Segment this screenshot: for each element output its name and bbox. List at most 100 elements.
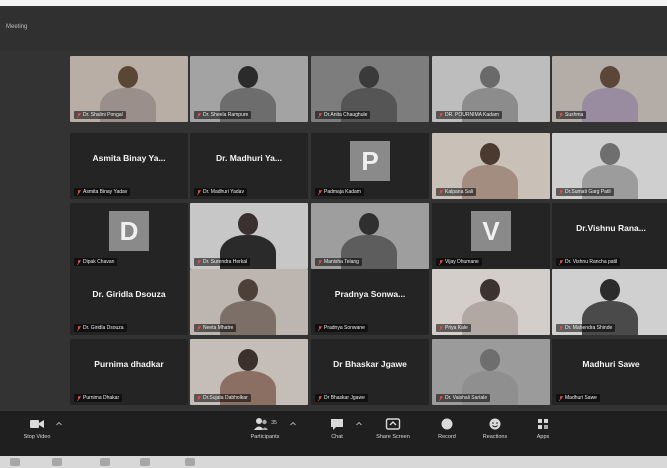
participant-name-label: Sushma xyxy=(556,111,587,119)
stop-video-label: Stop Video xyxy=(23,434,51,440)
chevron-up-icon xyxy=(356,421,362,426)
participant-tile[interactable]: P Padmaja Kadam xyxy=(311,133,429,199)
mic-muted-icon xyxy=(77,189,81,195)
participant-head xyxy=(600,66,620,88)
share-screen-button[interactable]: Share Screen xyxy=(368,415,418,451)
participant-display-name: Madhuri Sawe xyxy=(582,359,640,369)
participant-name: Madhuri Sawe xyxy=(565,395,597,401)
mic-muted-icon xyxy=(318,325,322,331)
taskbar-icon[interactable] xyxy=(10,458,20,466)
participant-tile[interactable]: Madhuri Sawe Madhuri Sawe xyxy=(552,339,667,405)
chat-bubble-icon xyxy=(331,419,343,430)
participant-tile[interactable]: Dr. Sheela Rampure xyxy=(190,56,308,122)
mic-muted-icon xyxy=(439,259,443,265)
participant-name: Padmaja Kadam xyxy=(324,189,361,195)
apps-icon xyxy=(538,419,548,429)
participant-tile[interactable]: Dr. Giridla Dsouza Dr. Giridla Dsouza xyxy=(70,269,188,335)
avatar-initial: V xyxy=(471,211,511,251)
participant-head xyxy=(480,66,500,88)
participants-button[interactable]: 35 Participants xyxy=(240,415,290,451)
participant-tile[interactable]: Dr. Surendra Herkal xyxy=(190,203,308,269)
participant-tile[interactable]: Kalpana Sali xyxy=(432,133,550,199)
mic-muted-icon xyxy=(559,325,563,331)
video-camera-icon xyxy=(30,420,44,428)
participant-tile[interactable]: Sushma xyxy=(552,56,667,122)
chat-options-caret[interactable] xyxy=(352,415,366,451)
record-icon xyxy=(441,418,453,430)
video-options-caret[interactable] xyxy=(52,415,66,451)
mic-muted-icon xyxy=(197,395,201,401)
apps-label: Apps xyxy=(536,434,550,440)
participant-name: Dr. Surendra Herkal xyxy=(203,259,248,265)
participant-name-label: Dr. Mahendra Shinde xyxy=(556,324,616,332)
participant-count: 35 xyxy=(271,420,277,426)
participant-display-name: Purnima dhadkar xyxy=(94,359,164,369)
taskbar-icon[interactable] xyxy=(52,458,62,466)
smiley-icon xyxy=(489,418,501,430)
avatar-initial: P xyxy=(350,141,390,181)
os-taskbar xyxy=(0,456,667,468)
participant-name: Dr. Shalini Pongal xyxy=(83,112,123,118)
participant-name-label: Dr. Vaishali Sartale xyxy=(436,394,491,402)
participant-tile[interactable]: Manisha Telang xyxy=(311,203,429,269)
participant-head xyxy=(480,143,500,165)
participant-head xyxy=(600,279,620,301)
taskbar-icon[interactable] xyxy=(185,458,195,466)
participant-name-label: Pradnya Sonwane xyxy=(315,324,368,332)
reactions-button[interactable]: Reactions xyxy=(470,415,520,451)
participants-options-caret[interactable] xyxy=(286,415,300,451)
participant-name-label: Vijay Dhumane xyxy=(436,258,482,266)
meeting-window: Meeting Dr. Shalini Pongal Dr. Sheela Ram… xyxy=(0,6,667,456)
mic-muted-icon xyxy=(439,189,443,195)
participant-tile[interactable]: D Dipak Chavan xyxy=(70,203,188,269)
mic-muted-icon xyxy=(559,112,563,118)
participant-tile[interactable]: Neeta Mhatre xyxy=(190,269,308,335)
participant-name-label: Dr.Sujata Dabholkar xyxy=(194,394,251,402)
participant-name: Dr Bhaskar Jgawe xyxy=(324,395,365,401)
taskbar-icon[interactable] xyxy=(140,458,150,466)
participant-name-label: Kalpana Sali xyxy=(436,188,477,196)
participant-tile[interactable]: Purnima dhadkar Purnima Dhakar xyxy=(70,339,188,405)
participant-tile[interactable]: Priya Kale xyxy=(432,269,550,335)
apps-button[interactable]: Apps xyxy=(518,415,568,451)
participant-head xyxy=(480,349,500,371)
share-screen-icon xyxy=(385,418,401,430)
participant-tile[interactable]: Dr. Shalini Pongal xyxy=(70,56,188,122)
participant-tile[interactable]: Asmita Binay Ya... Asmita Binay Yadav xyxy=(70,133,188,199)
participant-name-label: Dr. Giridla Dsouza xyxy=(74,324,127,332)
participant-tile[interactable]: DR. POURNIMA Kadam xyxy=(432,56,550,122)
participant-name: Dr. Mahendra Shinde xyxy=(565,325,613,331)
participant-tile[interactable]: Dr. Mahendra Shinde xyxy=(552,269,667,335)
mic-muted-icon xyxy=(318,395,322,401)
participant-tile[interactable]: Dr.Sujata Dabholkar xyxy=(190,339,308,405)
participant-tile[interactable]: Dr.Vishnu Rana... Dr. Vishnu Rancha patil xyxy=(552,203,667,269)
mic-muted-icon xyxy=(197,112,201,118)
taskbar-icon[interactable] xyxy=(100,458,110,466)
participant-name-label: Padmaja Kadam xyxy=(315,188,364,196)
mic-muted-icon xyxy=(318,259,322,265)
participant-tile[interactable]: Dr Bhaskar Jgawe Dr Bhaskar Jgawe xyxy=(311,339,429,405)
participant-tile[interactable]: Dr. Madhuri Ya... Dr. Madhuri Yadav xyxy=(190,133,308,199)
participant-tile[interactable]: Dr. Vaishali Sartale xyxy=(432,339,550,405)
participant-name: Dipak Chavan xyxy=(83,259,115,265)
participant-name: Dr. Madhuri Yadav xyxy=(203,189,244,195)
participant-tile[interactable]: V Vijay Dhumane xyxy=(432,203,550,269)
share-screen-label: Share Screen xyxy=(376,434,410,440)
mic-muted-icon xyxy=(559,189,563,195)
participant-head xyxy=(238,279,258,301)
participant-head xyxy=(118,66,138,88)
participants-label: Participants xyxy=(250,434,280,440)
participant-tile[interactable]: Dr.Anita Chaughule xyxy=(311,56,429,122)
participant-name-label: Manisha Telang xyxy=(315,258,362,266)
participant-name: Sushma xyxy=(565,112,584,118)
participant-name: Pradnya Sonwane xyxy=(324,325,365,331)
meeting-toolbar: Stop Video 35 Participants Chat Share Sc… xyxy=(0,411,667,456)
participant-tile[interactable]: Dr.Sumati Garg Patil xyxy=(552,133,667,199)
participant-display-name: Dr. Giridla Dsouza xyxy=(92,289,166,299)
record-button[interactable]: Record xyxy=(422,415,472,451)
participant-name-label: Neeta Mhatre xyxy=(194,324,237,332)
participant-tile[interactable]: Pradnya Sonwa... Pradnya Sonwane xyxy=(311,269,429,335)
participant-name: Dr. Vaishali Sartale xyxy=(445,395,488,401)
participant-display-name: Pradnya Sonwa... xyxy=(334,289,406,299)
chevron-up-icon xyxy=(56,421,62,426)
